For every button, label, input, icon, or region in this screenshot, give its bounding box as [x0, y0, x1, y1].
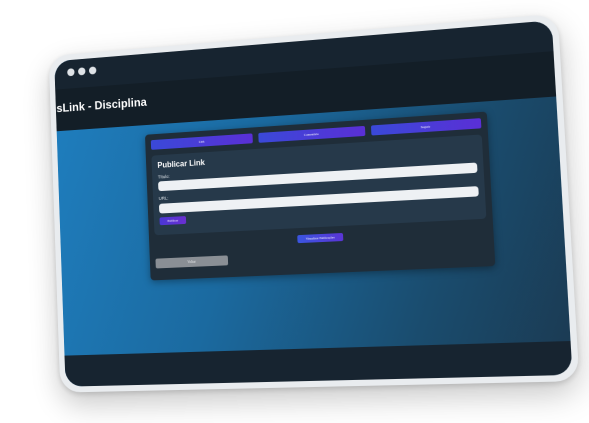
url-field-label: URL: — [158, 195, 169, 201]
tab-link[interactable]: Link — [150, 133, 254, 150]
app-screen: pusLink - Disciplina Link Comentário Sug… — [54, 20, 573, 387]
page-title: pusLink - Disciplina — [54, 95, 148, 117]
publish-link-card: Publicar Link Título: URL: Publicar — [151, 134, 487, 236]
title-input[interactable] — [158, 162, 478, 192]
device-frame: pusLink - Disciplina Link Comentário Sug… — [48, 13, 580, 393]
app-footer — [64, 341, 573, 387]
publish-button[interactable]: Publicar — [159, 216, 187, 226]
url-input[interactable] — [158, 186, 479, 214]
back-button[interactable]: Voltar — [155, 255, 229, 269]
window-dot-minimize[interactable] — [77, 67, 86, 76]
window-controls — [67, 66, 97, 77]
window-dot-close[interactable] — [67, 68, 75, 77]
card-title: Publicar Link — [157, 158, 206, 170]
tab-comentario[interactable]: Comentário — [258, 125, 366, 143]
window-dot-maximize[interactable] — [88, 66, 97, 75]
main-panel: Link Comentário Sugerir Publicar Link Tí… — [144, 111, 496, 281]
view-posts-button[interactable]: Visualizar Publicações — [297, 232, 344, 244]
stage: pusLink - Disciplina Link Comentário Sug… — [0, 0, 589, 423]
title-field-label: Título: — [157, 173, 170, 180]
tab-sugerir[interactable]: Sugerir — [370, 118, 482, 136]
